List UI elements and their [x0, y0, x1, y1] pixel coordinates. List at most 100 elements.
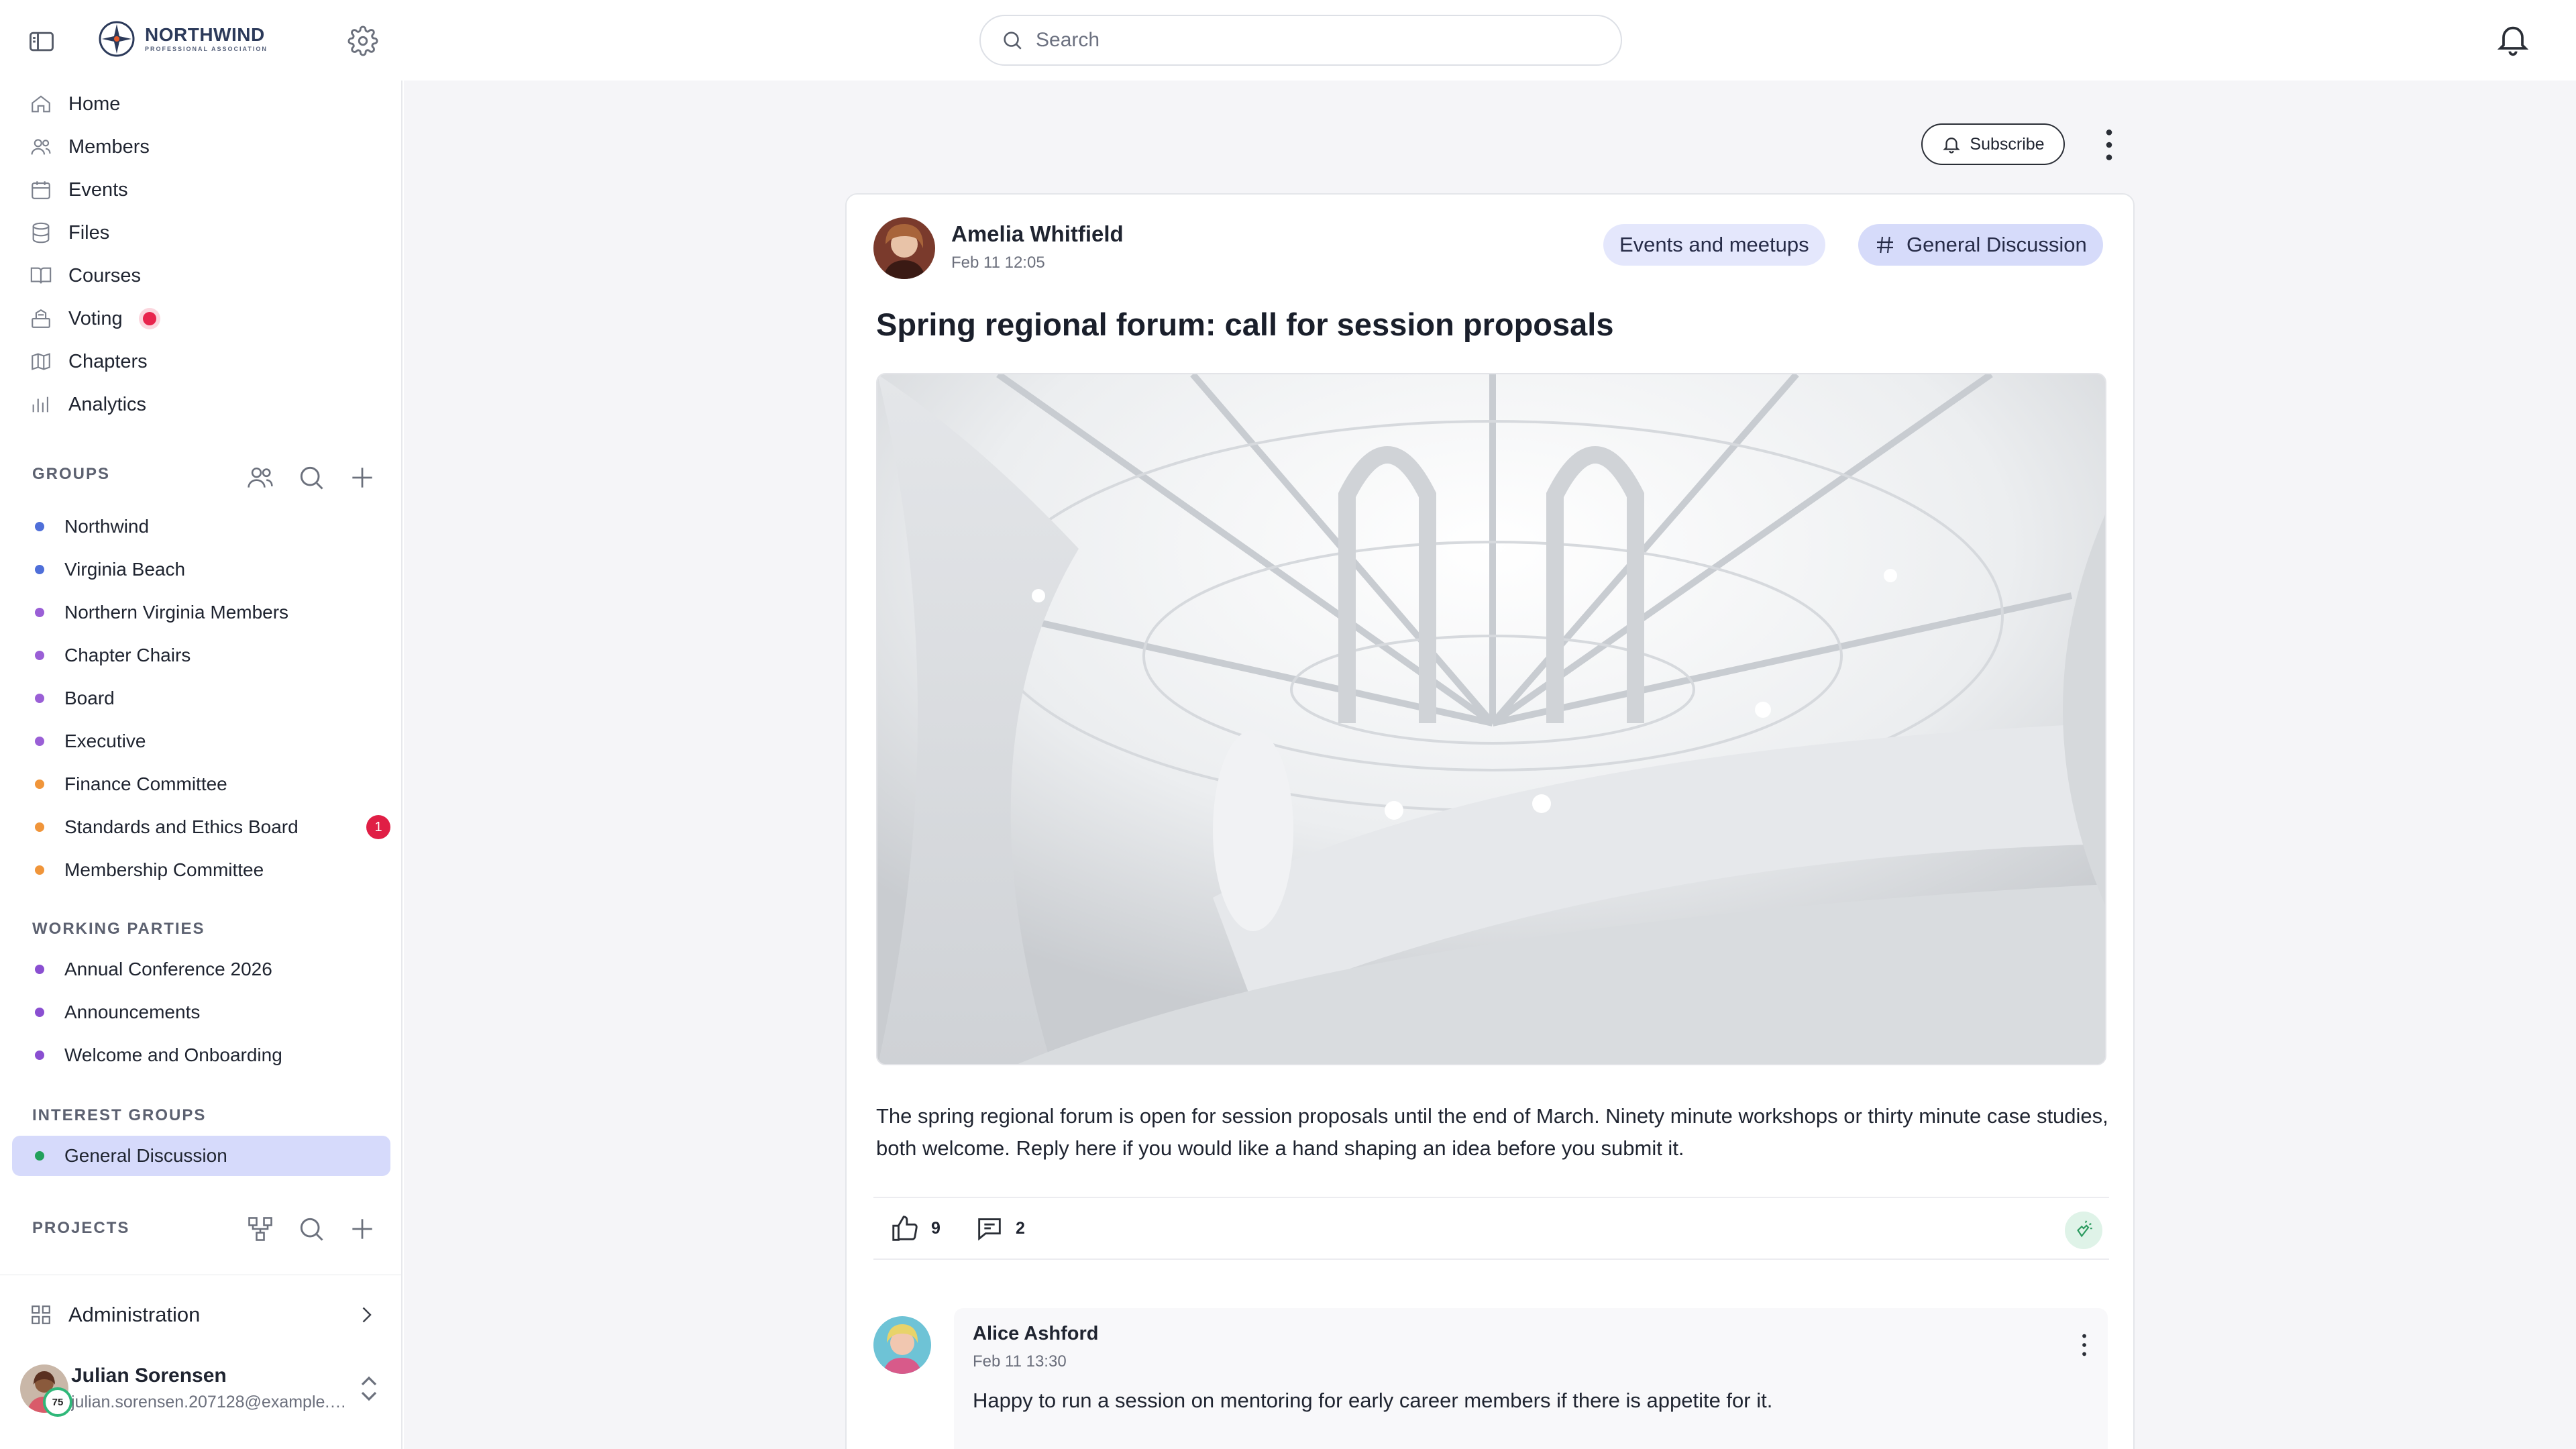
group-item-membership[interactable]: Membership Committee — [35, 851, 390, 889]
chart-icon — [32, 396, 48, 413]
thumbs-up-icon — [892, 1216, 918, 1241]
group-label: Membership Committee — [64, 859, 264, 880]
group-item-board[interactable]: Board — [35, 680, 390, 717]
sidebar-toggle-icon[interactable] — [27, 27, 56, 56]
nav-chapters-label: Chapters — [68, 350, 148, 372]
group-color-dot — [35, 1008, 44, 1017]
group-search-icon[interactable] — [297, 463, 326, 492]
tag-label: General Discussion — [1907, 233, 2087, 256]
group-color-dot — [35, 965, 44, 974]
tag-label: Events and meetups — [1619, 233, 1809, 256]
settings-gear-icon[interactable] — [347, 25, 378, 56]
interest-groups-section-label: INTEREST GROUPS — [32, 1106, 207, 1124]
post-card: Amelia Whitfield Feb 11 12:05 Events and… — [845, 193, 2135, 1449]
search-box[interactable] — [979, 15, 1622, 66]
comment-timestamp: Feb 11 13:30 — [973, 1352, 1067, 1371]
hashtag-icon — [1877, 236, 1893, 254]
profile-progress-ring: 75 — [43, 1387, 72, 1417]
working-item-announcements[interactable]: Announcements — [35, 994, 390, 1031]
group-item-virginia-beach[interactable]: Virginia Beach — [35, 551, 390, 588]
grid-icon — [32, 1305, 50, 1324]
author-name[interactable]: Amelia Whitfield — [951, 221, 1124, 247]
tag-events-and-meetups[interactable]: Events and meetups — [1603, 224, 1825, 266]
user-name: Julian Sorensen — [71, 1364, 227, 1387]
author-avatar[interactable] — [873, 217, 935, 279]
comments-button[interactable]: 2 — [974, 1213, 1025, 1244]
comment-author-name[interactable]: Alice Ashford — [973, 1323, 1098, 1345]
post-image[interactable] — [876, 373, 2106, 1065]
home-icon — [32, 95, 50, 113]
working-item-welcome[interactable]: Welcome and Onboarding — [35, 1036, 390, 1074]
group-label: General Discussion — [64, 1145, 227, 1166]
group-item-northern-virginia[interactable]: Northern Virginia Members — [35, 594, 390, 631]
group-members-icon[interactable] — [246, 463, 275, 492]
nav-home[interactable]: Home — [30, 84, 120, 124]
top-bar: NORTHWIND PROFESSIONAL ASSOCIATION — [0, 0, 2576, 80]
comment-text: Happy to run a session on mentoring for … — [973, 1389, 1773, 1412]
group-color-dot — [35, 780, 44, 789]
group-label: Standards and Ethics Board — [64, 816, 299, 837]
nav-files[interactable]: Files — [30, 213, 109, 253]
group-item-chapter-chairs[interactable]: Chapter Chairs — [35, 637, 390, 674]
group-color-dot — [35, 651, 44, 660]
group-label: Annual Conference 2026 — [64, 959, 272, 979]
group-color-dot — [35, 565, 44, 574]
nav-events[interactable]: Events — [30, 170, 128, 210]
user-account[interactable]: 75 Julian Sorensen julian.sorensen.20712… — [20, 1359, 382, 1426]
group-color-dot — [35, 1151, 44, 1161]
notifications-bell-icon[interactable] — [2494, 20, 2532, 58]
map-icon — [32, 353, 50, 370]
nav-voting-label: Voting — [68, 307, 123, 329]
group-label: Northern Virginia Members — [64, 602, 289, 623]
nav-courses[interactable]: Courses — [30, 256, 141, 296]
nav-analytics[interactable]: Analytics — [30, 384, 146, 425]
user-email: julian.sorensen.207128@example.com — [71, 1393, 353, 1411]
comment-author-avatar[interactable] — [873, 1316, 931, 1374]
group-label: Executive — [64, 731, 146, 751]
database-icon — [32, 222, 50, 244]
chevron-up-down-icon[interactable] — [356, 1373, 382, 1405]
comment-more-options-icon[interactable] — [2069, 1330, 2100, 1360]
group-item-northwind[interactable]: Northwind — [35, 508, 390, 545]
celebrate-reaction-icon[interactable] — [2065, 1212, 2102, 1249]
like-count: 9 — [931, 1218, 941, 1238]
more-options-icon[interactable] — [2088, 123, 2131, 166]
interest-item-general-discussion[interactable]: General Discussion — [35, 1137, 390, 1175]
like-button[interactable]: 9 — [890, 1213, 941, 1244]
subscribe-button[interactable]: Subscribe — [1921, 123, 2065, 165]
calendar-icon — [32, 181, 50, 199]
group-item-finance[interactable]: Finance Committee — [35, 765, 390, 803]
project-hierarchy-icon[interactable] — [246, 1214, 275, 1244]
nav-voting[interactable]: Voting — [30, 299, 156, 339]
group-item-executive[interactable]: Executive — [35, 722, 390, 760]
group-label: Northwind — [64, 516, 150, 537]
sidebar: Home Members Events Files Courses Voting… — [0, 80, 402, 1449]
logo[interactable]: NORTHWIND PROFESSIONAL ASSOCIATION — [98, 20, 268, 58]
search-icon — [1004, 32, 1022, 50]
group-color-dot — [35, 822, 44, 832]
nav-analytics-label: Analytics — [68, 393, 147, 415]
group-item-standards-ethics[interactable]: Standards and Ethics Board 1 — [35, 808, 390, 846]
group-color-dot — [35, 1051, 44, 1060]
group-add-icon[interactable] — [347, 463, 377, 492]
compass-logo-icon — [99, 21, 135, 57]
nav-chapters[interactable]: Chapters — [30, 341, 148, 382]
comment-container — [954, 1308, 2108, 1449]
project-add-icon[interactable] — [347, 1214, 377, 1244]
nav-events-label: Events — [68, 178, 128, 201]
nav-members[interactable]: Members — [30, 127, 150, 167]
comment-bubble-icon — [978, 1218, 1001, 1241]
nav-courses-label: Courses — [68, 264, 141, 286]
project-search-icon[interactable] — [297, 1214, 326, 1244]
group-color-dot — [35, 522, 44, 531]
search-input[interactable] — [1036, 29, 1586, 52]
logo-name: NORTHWIND — [145, 24, 265, 45]
group-color-dot — [35, 737, 44, 746]
nav-home-label: Home — [68, 93, 121, 115]
group-color-dot — [35, 865, 44, 875]
administration-item[interactable]: Administration — [30, 1291, 378, 1338]
tag-general-discussion[interactable]: General Discussion — [1858, 224, 2103, 266]
group-label: Virginia Beach — [64, 559, 186, 580]
group-label: Finance Committee — [64, 773, 227, 794]
working-item-annual-conference[interactable]: Annual Conference 2026 — [35, 951, 390, 988]
